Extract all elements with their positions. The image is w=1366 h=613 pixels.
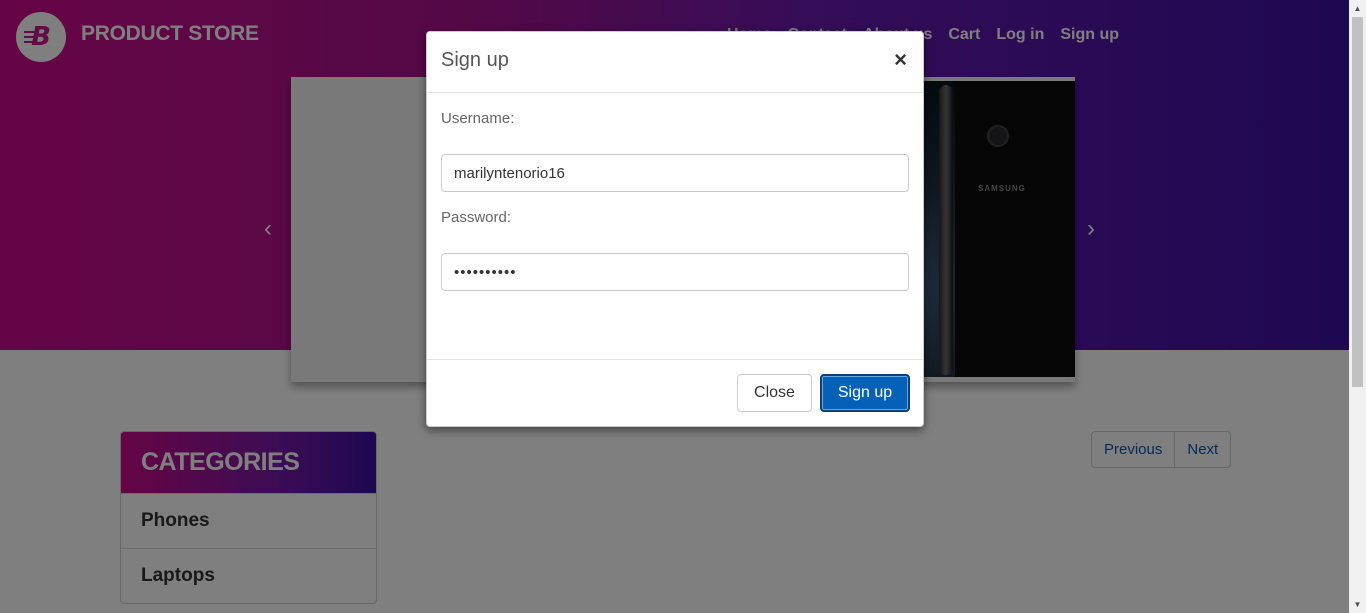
password-label: Password: xyxy=(441,209,512,226)
sign-up-button[interactable]: Sign up xyxy=(820,374,910,412)
modal-title: Sign up xyxy=(441,49,509,71)
sign-up-modal: Sign up × Username: Password: Close Sign… xyxy=(426,31,924,427)
password-input[interactable] xyxy=(441,253,909,291)
username-label: Username: xyxy=(441,110,515,127)
vertical-scrollbar[interactable]: ▲ ▼ xyxy=(1349,0,1366,613)
scroll-down-icon[interactable]: ▼ xyxy=(1349,596,1366,613)
scroll-up-icon[interactable]: ▲ xyxy=(1349,0,1366,17)
modal-footer: Close Sign up xyxy=(427,360,923,428)
username-input[interactable] xyxy=(441,154,909,192)
page: B PRODUCT STORE Home Contact About us Ca… xyxy=(0,0,1366,613)
close-icon[interactable]: × xyxy=(894,48,907,72)
modal-header: Sign up × xyxy=(427,32,923,93)
close-button[interactable]: Close xyxy=(737,374,812,412)
modal-body: Username: Password: xyxy=(427,93,923,360)
scrollbar-thumb[interactable] xyxy=(1352,17,1363,387)
